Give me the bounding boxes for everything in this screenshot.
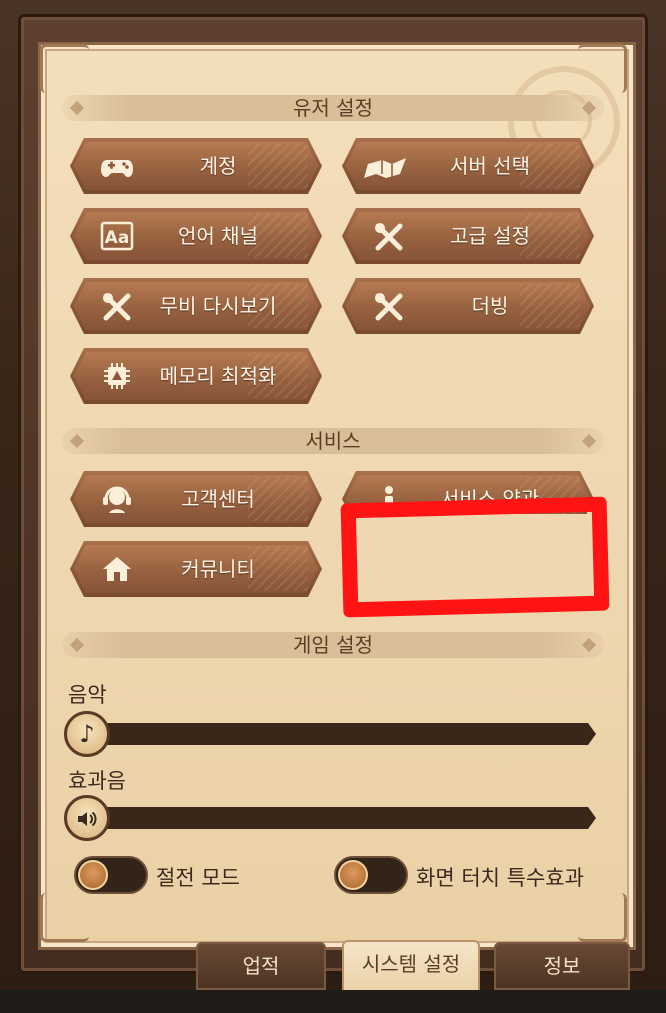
community-label: 커뮤니티 <box>181 557 255 581</box>
music-note-icon: ♪ <box>79 720 95 748</box>
advanced-settings-button[interactable]: 고급 설정 <box>342 208 594 264</box>
section-header-service: 서비스 <box>62 428 604 454</box>
corner-ornament <box>40 893 89 942</box>
server-select-button[interactable]: 서버 선택 <box>342 138 594 194</box>
speaker-icon <box>75 804 99 832</box>
section-header-game: 게임 설정 <box>62 632 604 658</box>
svg-text:Aa: Aa <box>105 228 130 248</box>
server-map-icon <box>364 150 412 182</box>
advanced-settings-label: 고급 설정 <box>450 224 530 248</box>
language-channel-button[interactable]: Aa 언어 채널 <box>70 208 322 264</box>
music-slider-track[interactable] <box>88 723 596 745</box>
home-icon <box>100 553 134 585</box>
tab-achievements[interactable]: 업적 <box>196 942 326 990</box>
dubbing-button[interactable]: 더빙 <box>342 278 594 334</box>
bottom-bar <box>0 990 666 1013</box>
tools-icon <box>372 290 406 322</box>
gamepad-icon <box>100 150 134 182</box>
sfx-slider-track[interactable] <box>88 807 596 829</box>
account-button[interactable]: 계정 <box>70 138 322 194</box>
section-title-user: 유저 설정 <box>293 96 373 120</box>
sfx-label: 효과음 <box>68 769 126 793</box>
chip-icon <box>100 360 134 392</box>
sfx-slider-knob[interactable] <box>64 795 110 841</box>
memory-optimize-label: 메모리 최적화 <box>159 364 277 388</box>
language-aa-icon: Aa <box>100 220 134 252</box>
tab-info[interactable]: 정보 <box>494 942 630 990</box>
music-label: 음악 <box>68 683 107 707</box>
touch-effect-label: 화면 터치 특수효과 <box>416 866 584 890</box>
section-title-game: 게임 설정 <box>293 633 373 657</box>
customer-center-button[interactable]: 고객센터 <box>70 471 322 527</box>
account-button-label: 계정 <box>199 154 237 178</box>
toggle-thumb <box>338 860 368 890</box>
customer-center-label: 고객센터 <box>181 487 255 511</box>
movie-replay-button[interactable]: 무비 다시보기 <box>70 278 322 334</box>
tools-icon <box>372 220 406 252</box>
community-button[interactable]: 커뮤니티 <box>70 541 322 597</box>
dubbing-label: 더빙 <box>471 294 509 318</box>
language-channel-label: 언어 채널 <box>178 224 258 248</box>
support-headset-icon <box>100 483 134 515</box>
memory-optimize-button[interactable]: 메모리 최적화 <box>70 348 322 404</box>
power-save-label: 절전 모드 <box>156 866 240 890</box>
section-header-user: 유저 설정 <box>62 95 604 121</box>
server-select-label: 서버 선택 <box>450 154 530 178</box>
music-slider-knob[interactable]: ♪ <box>64 711 110 757</box>
movie-replay-label: 무비 다시보기 <box>159 294 277 318</box>
toggle-thumb <box>78 860 108 890</box>
touch-effect-toggle[interactable] <box>334 856 408 894</box>
corner-ornament <box>40 44 89 93</box>
red-annotation-box <box>340 496 610 618</box>
section-title-service: 서비스 <box>305 429 361 453</box>
tools-icon <box>100 290 134 322</box>
power-save-toggle[interactable] <box>74 856 148 894</box>
tab-system-settings[interactable]: 시스템 설정 <box>342 940 480 992</box>
corner-ornament <box>578 893 627 942</box>
